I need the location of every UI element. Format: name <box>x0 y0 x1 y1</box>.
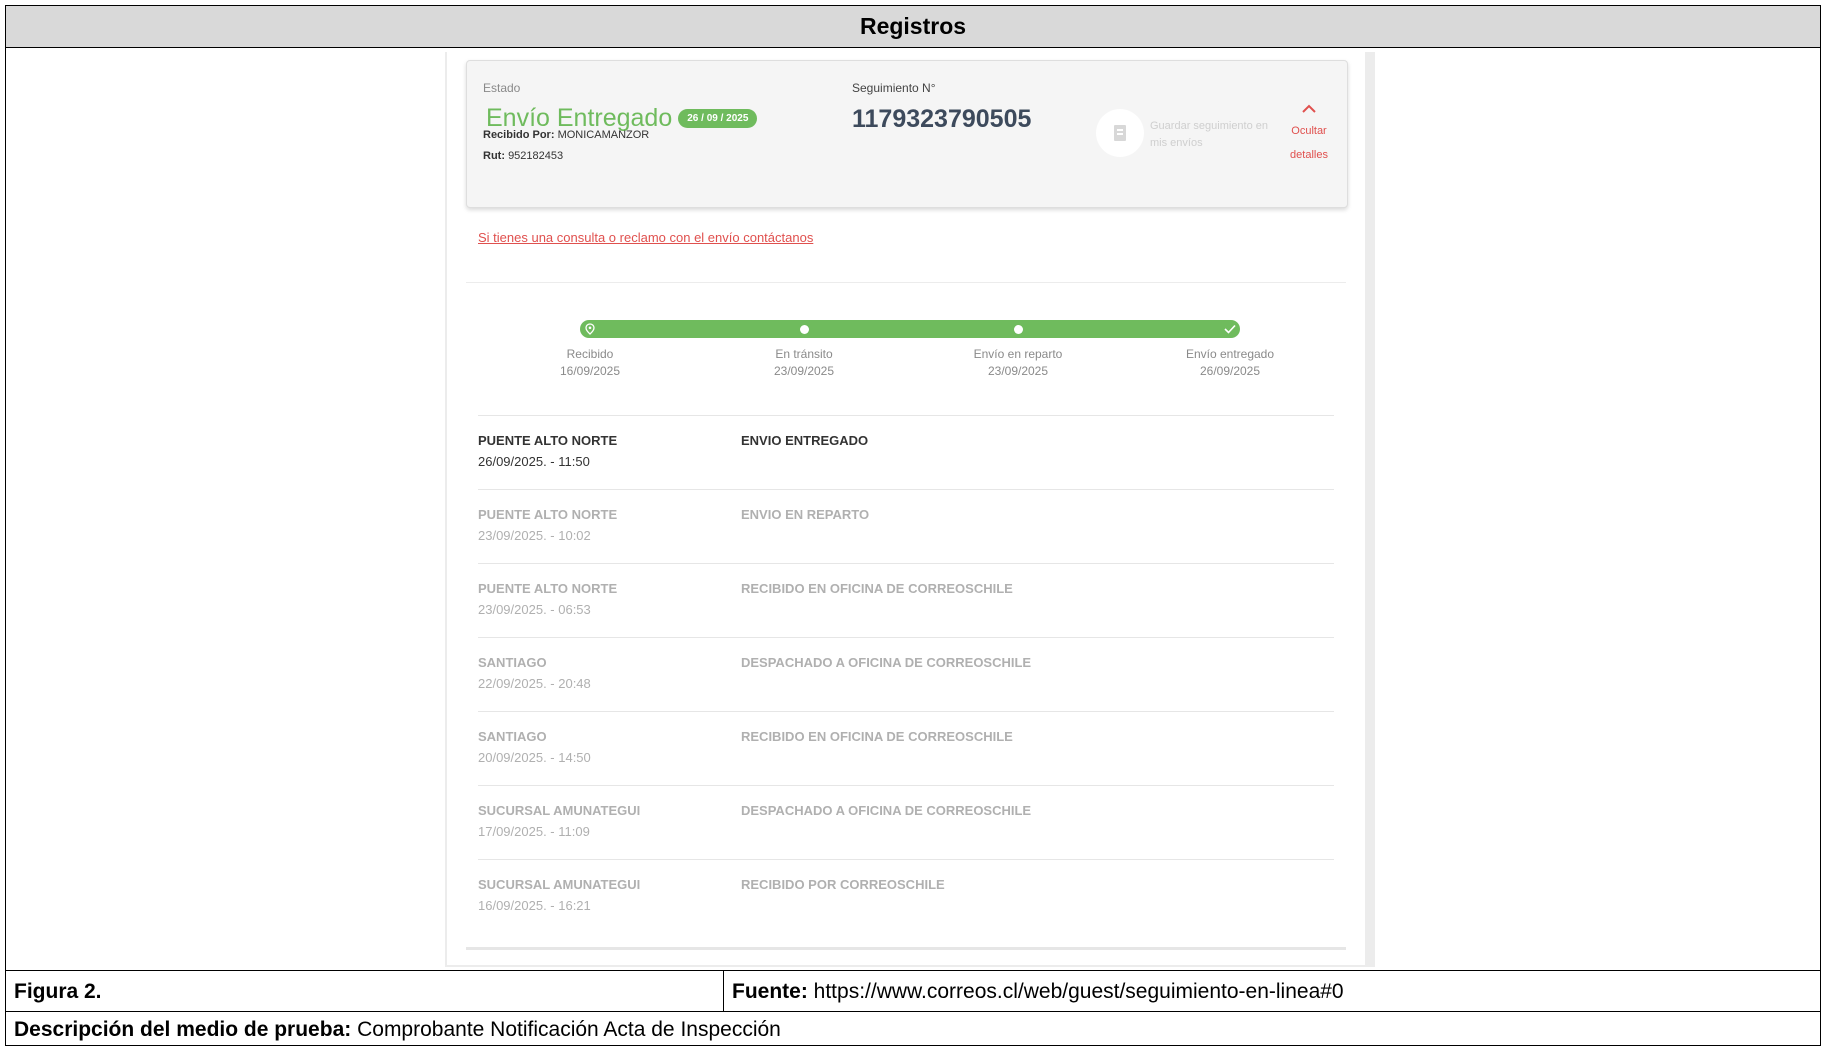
status-badge: 26 / 09 / 2025 <box>678 109 758 128</box>
save-tracking-text[interactable]: Guardar seguimiento en mis envíos <box>1150 118 1278 152</box>
list-item: PUENTE ALTO NORTE 23/09/2025. - 06:53 RE… <box>478 563 1334 637</box>
event-list: PUENTE ALTO NORTE 26/09/2025. - 11:50 EN… <box>478 415 1334 933</box>
record-table: Registros Estado Envío Entregado 26 / 09… <box>5 5 1821 1046</box>
dot-icon <box>794 319 814 339</box>
list-item: SUCURSAL AMUNATEGUI 17/09/2025. - 11:09 … <box>478 785 1334 859</box>
event-datetime: 16/09/2025. - 16:21 <box>478 898 591 913</box>
event-place: SUCURSAL AMUNATEGUI <box>478 877 641 892</box>
chevron-up-icon <box>1302 104 1316 113</box>
list-item: PUENTE ALTO NORTE 26/09/2025. - 11:50 EN… <box>478 415 1334 489</box>
estado-label: Estado <box>483 81 521 95</box>
step-label: En tránsito <box>775 347 833 361</box>
check-icon <box>1220 319 1240 339</box>
event-place: PUENTE ALTO NORTE <box>478 507 618 522</box>
event-place: PUENTE ALTO NORTE <box>478 581 618 596</box>
figura-label: Figura 2. <box>6 971 724 1012</box>
event-description: DESPACHADO A OFICINA DE CORREOSCHILE <box>741 803 1032 818</box>
description-row: Descripción del medio de prueba: Comprob… <box>6 1011 1820 1047</box>
event-description: ENVIO ENTREGADO <box>741 433 869 448</box>
list-item: SUCURSAL AMUNATEGUI 16/09/2025. - 16:21 … <box>478 859 1334 933</box>
fuente-label: Fuente: <box>732 979 808 1003</box>
event-datetime: 23/09/2025. - 10:02 <box>478 528 591 543</box>
event-place: SANTIAGO <box>478 729 547 744</box>
figure-row: Figura 2. Fuente: https://www.correos.cl… <box>6 970 1820 1012</box>
rut-label: Rut: <box>483 150 505 162</box>
panel-divider <box>466 947 1346 950</box>
hide-details-label-1: Ocultar <box>1291 125 1327 137</box>
table-header: Registros <box>6 6 1820 48</box>
contact-link[interactable]: Si tienes una consulta o reclamo con el … <box>478 230 813 245</box>
save-tracking-button[interactable] <box>1096 109 1144 157</box>
list-item: PUENTE ALTO NORTE 23/09/2025. - 10:02 EN… <box>478 489 1334 563</box>
descripcion-label: Descripción del medio de prueba: <box>14 1017 352 1041</box>
event-description: DESPACHADO A OFICINA DE CORREOSCHILE <box>741 655 1032 670</box>
recibido-value: MONICAMANZOR <box>557 129 650 141</box>
location-pin-icon <box>580 319 600 339</box>
step-recibido: Recibido 16/09/2025 <box>510 346 670 380</box>
event-datetime: 26/09/2025. - 11:50 <box>478 454 590 469</box>
tracking-panel: Estado Envío Entregado 26 / 09 / 2025 Re… <box>447 52 1365 965</box>
event-place: SUCURSAL AMUNATEGUI <box>478 803 641 818</box>
fuente-url[interactable]: https://www.correos.cl/web/guest/seguimi… <box>814 980 1344 1004</box>
list-item: SANTIAGO 22/09/2025. - 20:48 DESPACHADO … <box>478 637 1334 711</box>
rut-value: 952182453 <box>508 150 564 162</box>
step-date: 26/09/2025 <box>1199 364 1261 378</box>
event-place: SANTIAGO <box>478 655 547 670</box>
event-datetime: 17/09/2025. - 11:09 <box>478 824 590 839</box>
event-datetime: 22/09/2025. - 20:48 <box>478 676 591 691</box>
step-en-transito: En tránsito 23/09/2025 <box>724 346 884 380</box>
rut: Rut: 952182453 <box>483 150 563 162</box>
step-label: Envío en reparto <box>973 347 1063 361</box>
figure-content: Estado Envío Entregado 26 / 09 / 2025 Re… <box>6 47 1820 970</box>
step-date: 23/09/2025 <box>773 364 835 378</box>
divider <box>466 282 1346 283</box>
descripcion-value: Comprobante Notificación Acta de Inspecc… <box>357 1017 781 1041</box>
step-date: 16/09/2025 <box>559 364 621 378</box>
step-date: 23/09/2025 <box>987 364 1049 378</box>
step-en-reparto: Envío en reparto 23/09/2025 <box>938 346 1098 380</box>
step-label: Recibido <box>566 347 614 361</box>
recibido-label: Recibido Por: <box>483 129 555 141</box>
list-item: SANTIAGO 20/09/2025. - 14:50 RECIBIDO EN… <box>478 711 1334 785</box>
bookmark-icon <box>1114 125 1126 141</box>
event-place: PUENTE ALTO NORTE <box>478 433 618 448</box>
tracking-screenshot: Estado Envío Entregado 26 / 09 / 2025 Re… <box>445 52 1375 967</box>
event-description: RECIBIDO EN OFICINA DE CORREOSCHILE <box>741 581 1013 596</box>
event-description: RECIBIDO POR CORREOSCHILE <box>741 877 945 892</box>
recibido-por: Recibido Por: MONICAMANZOR <box>483 129 649 141</box>
step-entregado: Envío entregado 26/09/2025 <box>1150 346 1310 380</box>
dot-icon <box>1008 319 1028 339</box>
event-description: ENVIO EN REPARTO <box>741 507 870 522</box>
hide-details-button[interactable]: Ocultar detalles <box>1284 99 1334 167</box>
tracking-number: 1179323790505 <box>852 105 1032 133</box>
fuente-cell: Fuente: https://www.correos.cl/web/guest… <box>724 980 1820 1004</box>
event-datetime: 20/09/2025. - 14:50 <box>478 750 591 765</box>
event-description: RECIBIDO EN OFICINA DE CORREOSCHILE <box>741 729 1013 744</box>
seguimiento-label: Seguimiento N° <box>852 81 936 95</box>
hide-details-label-2: detalles <box>1290 149 1328 161</box>
step-label: Envío entregado <box>1185 347 1275 361</box>
status-card: Estado Envío Entregado 26 / 09 / 2025 Re… <box>466 60 1348 208</box>
event-datetime: 23/09/2025. - 06:53 <box>478 602 591 617</box>
progress-bar <box>580 320 1240 338</box>
